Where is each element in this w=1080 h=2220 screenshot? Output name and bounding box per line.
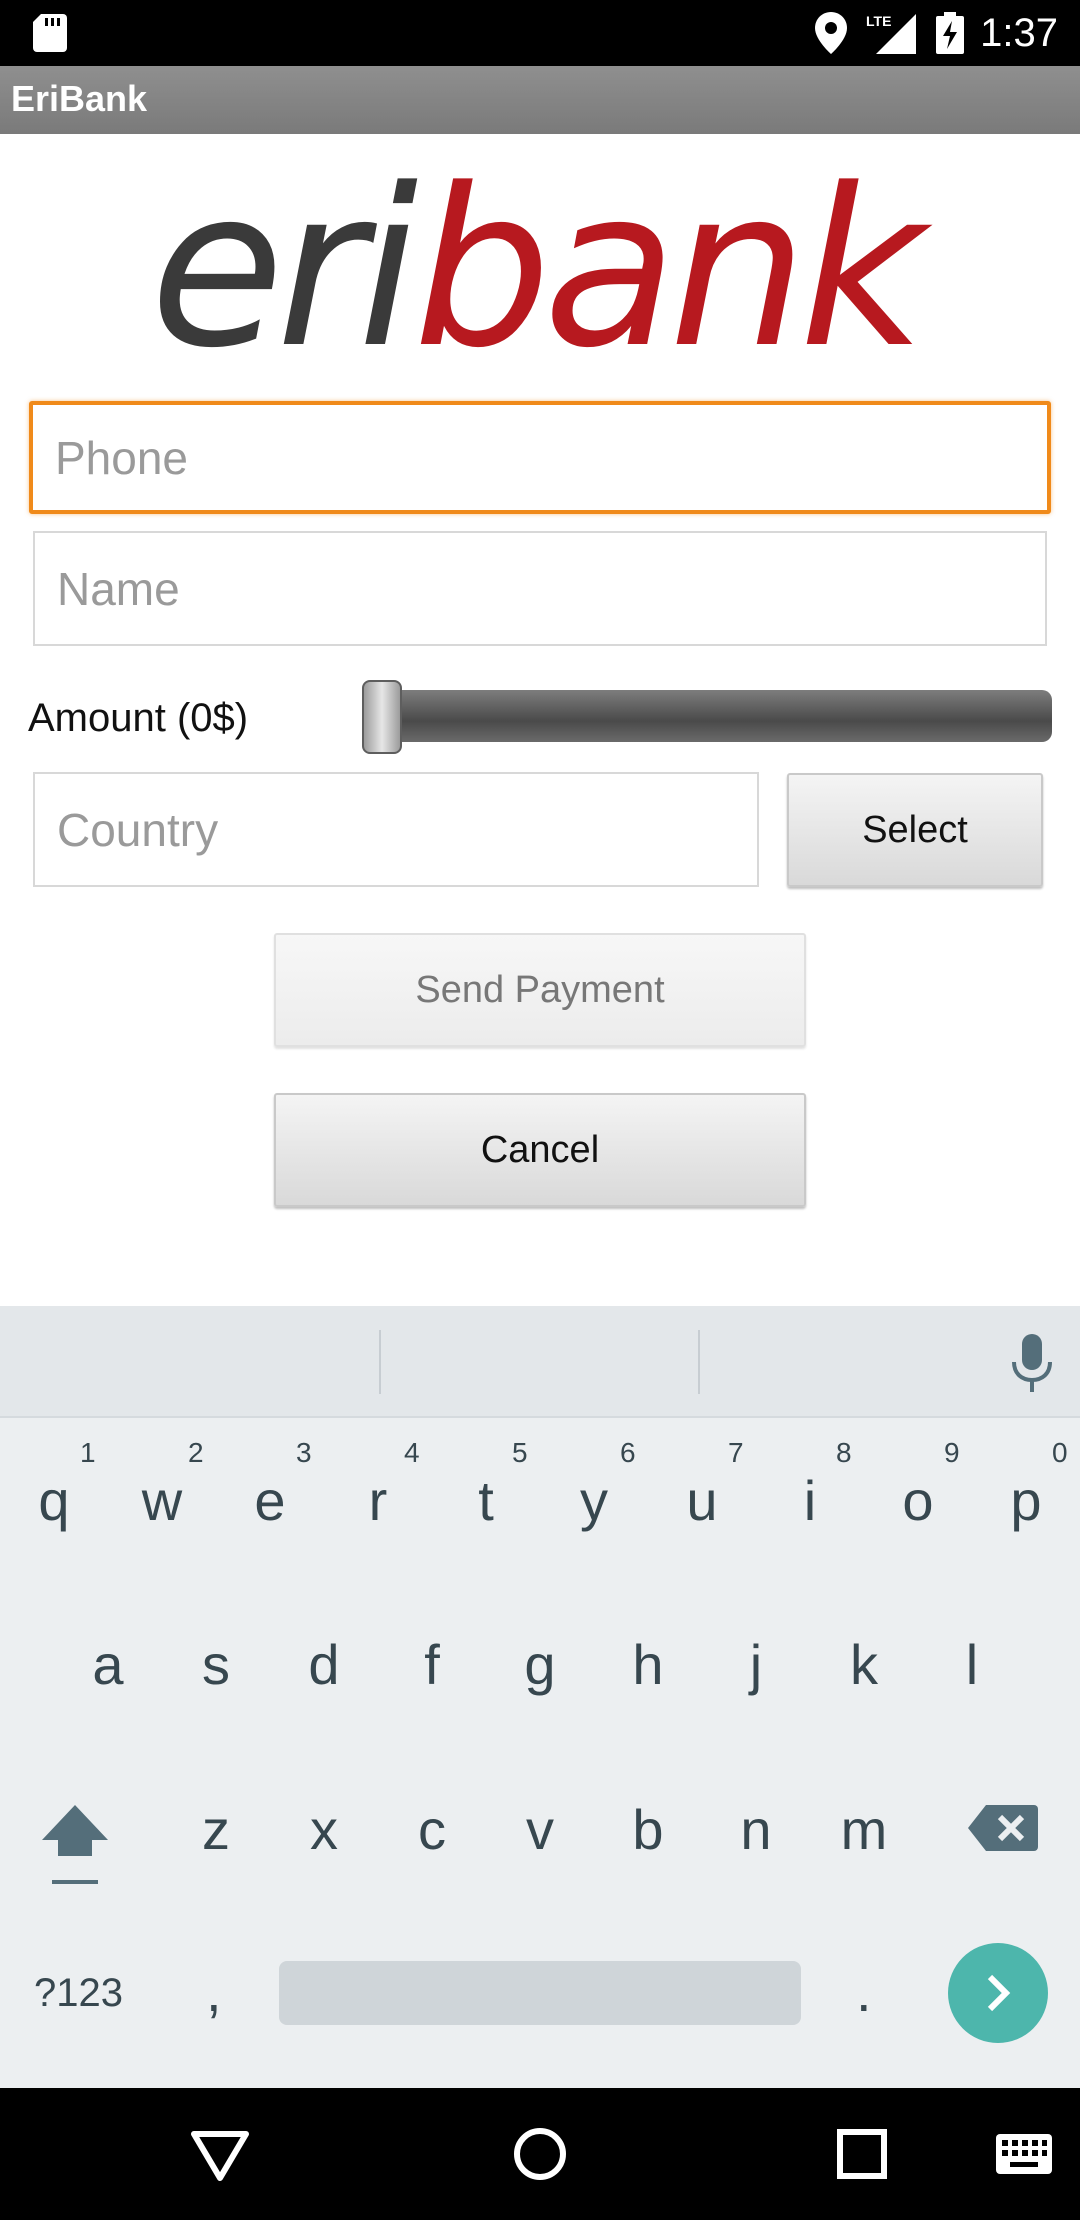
cancel-button[interactable]: Cancel (274, 1093, 806, 1207)
key-u[interactable]: u (652, 1466, 752, 1536)
mic-icon[interactable] (1010, 1334, 1054, 1394)
key-p[interactable]: p (976, 1466, 1076, 1536)
enter-key[interactable] (948, 1943, 1048, 2043)
name-input[interactable] (35, 533, 1045, 644)
battery-icon (936, 12, 964, 54)
amount-label: Amount (0$) (28, 696, 249, 740)
recents-icon[interactable] (836, 2128, 888, 2180)
key-l[interactable]: l (922, 1630, 1022, 1700)
name-field[interactable] (33, 531, 1047, 646)
svg-text:LTE: LTE (866, 14, 891, 29)
keyboard-icon[interactable] (996, 2134, 1052, 2174)
key-c[interactable]: c (382, 1795, 482, 1865)
comma-key[interactable]: , (206, 1960, 222, 2024)
home-icon[interactable] (512, 2126, 568, 2182)
back-icon[interactable] (188, 2128, 252, 2184)
key-v[interactable]: v (490, 1795, 590, 1865)
amount-slider[interactable] (362, 690, 1052, 742)
key-hint-6: 6 (620, 1437, 636, 1468)
logo-text-eri: eri (150, 143, 418, 396)
key-s[interactable]: s (166, 1630, 266, 1700)
key-z[interactable]: z (166, 1795, 266, 1865)
key-i[interactable]: i (760, 1466, 860, 1536)
logo-text-bank: bank (413, 143, 925, 396)
suggestion-strip (0, 1306, 1080, 1418)
key-hint-0: 0 (1052, 1437, 1068, 1468)
phone-field[interactable] (29, 401, 1051, 514)
navigation-bar (0, 2088, 1080, 2220)
key-t[interactable]: t (436, 1466, 536, 1536)
key-a[interactable]: a (58, 1630, 158, 1700)
amount-slider-thumb[interactable] (362, 680, 402, 754)
key-j[interactable]: j (706, 1630, 806, 1700)
key-e[interactable]: e (220, 1466, 320, 1536)
key-y[interactable]: y (544, 1466, 644, 1536)
status-bar: LTE 1:37 (0, 0, 1080, 66)
key-b[interactable]: b (598, 1795, 698, 1865)
signal-icon: LTE (866, 14, 916, 54)
period-key[interactable]: . (856, 1960, 872, 2024)
suggestion-divider (379, 1330, 381, 1394)
select-country-button[interactable]: Select (787, 773, 1043, 887)
key-d[interactable]: d (274, 1630, 374, 1700)
key-o[interactable]: o (868, 1466, 968, 1536)
key-r[interactable]: r (328, 1466, 428, 1536)
symbols-key[interactable]: ?123 (34, 1961, 123, 2025)
key-hint-1: 1 (80, 1437, 96, 1468)
key-hint-3: 3 (296, 1437, 312, 1468)
shift-icon[interactable] (40, 1800, 110, 1890)
space-key[interactable] (279, 1961, 801, 2025)
key-hint-9: 9 (944, 1437, 960, 1468)
clock: 1:37 (980, 11, 1058, 55)
key-w[interactable]: w (112, 1466, 212, 1536)
key-f[interactable]: f (382, 1630, 482, 1700)
phone-input[interactable] (33, 405, 1047, 510)
suggestion-divider (698, 1330, 700, 1394)
key-q[interactable]: q (4, 1466, 104, 1536)
key-hint-2: 2 (188, 1437, 204, 1468)
backspace-icon[interactable] (968, 1803, 1038, 1853)
key-h[interactable]: h (598, 1630, 698, 1700)
key-hint-5: 5 (512, 1437, 528, 1468)
country-input[interactable] (35, 774, 757, 885)
country-field[interactable] (33, 772, 759, 887)
key-hint-7: 7 (728, 1437, 744, 1468)
key-hint-8: 8 (836, 1437, 852, 1468)
location-icon (815, 12, 847, 54)
key-hint-4: 4 (404, 1437, 420, 1468)
app-title: EriBank (11, 78, 148, 119)
sd-card-icon (33, 14, 67, 52)
key-k[interactable]: k (814, 1630, 914, 1700)
app-bar: EriBank (0, 66, 1080, 134)
send-payment-button[interactable]: Send Payment (274, 933, 806, 1047)
eribank-logo: eri bank (150, 160, 930, 380)
enter-icon (987, 1974, 1011, 2012)
key-n[interactable]: n (706, 1795, 806, 1865)
key-m[interactable]: m (814, 1795, 914, 1865)
key-g[interactable]: g (490, 1630, 590, 1700)
key-x[interactable]: x (274, 1795, 374, 1865)
